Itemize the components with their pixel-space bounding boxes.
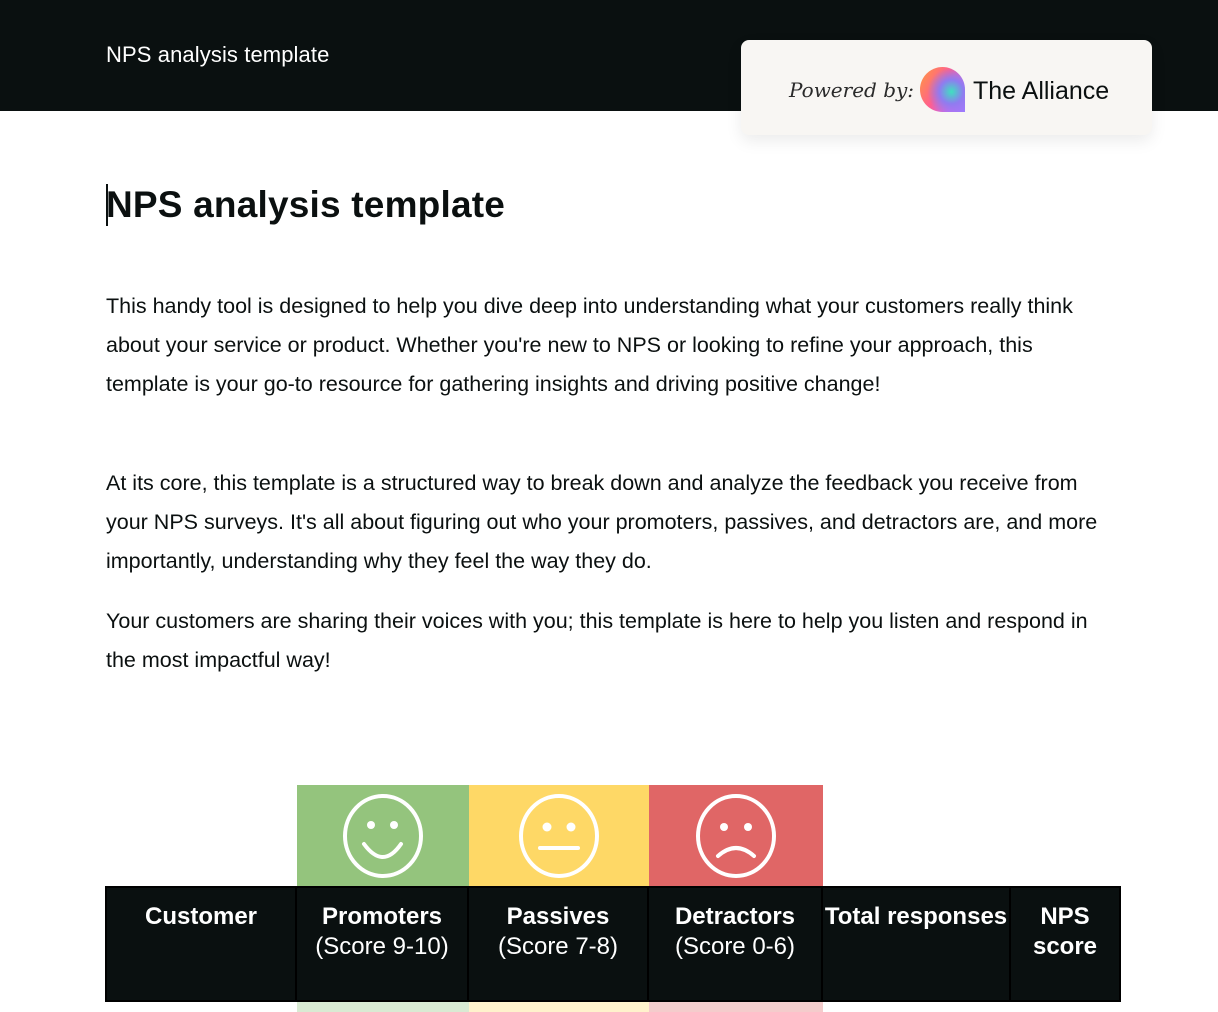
closing-paragraph[interactable]: Your customers are sharing their voices … (106, 602, 1116, 680)
column-title: Total responses (824, 903, 1008, 930)
column-header-detractors[interactable]: Detractors (Score 0-6) (649, 888, 823, 1000)
the-alliance-logo-icon (920, 67, 965, 112)
column-header-passives[interactable]: Passives (Score 7-8) (469, 888, 649, 1000)
frowning-face-icon (696, 794, 776, 878)
page-title[interactable]: NPS analysis template (106, 184, 505, 226)
brand-name: The Alliance (973, 77, 1110, 105)
detractors-cell-tint[interactable] (649, 1002, 823, 1012)
passives-cell-tint[interactable] (469, 1002, 649, 1012)
column-subtitle: (Score 7-8) (497, 933, 619, 960)
powered-by-card[interactable]: Powered by: The Alliance (741, 40, 1152, 135)
column-header-promoters[interactable]: Promoters (Score 9-10) (297, 888, 469, 1000)
column-title: Customer (144, 903, 258, 930)
column-title: NPS score (1032, 903, 1098, 960)
document-title: NPS analysis template (106, 42, 330, 67)
promoters-icon-cell (297, 785, 469, 887)
column-subtitle: (Score 0-6) (674, 933, 796, 960)
passives-icon-cell (469, 785, 649, 887)
neutral-face-icon (519, 794, 599, 878)
text-cursor (106, 184, 108, 226)
column-title: Passives (506, 903, 610, 930)
promoters-cell-tint[interactable] (297, 1002, 469, 1012)
column-title: Detractors (674, 903, 796, 930)
smiling-face-icon (343, 794, 423, 878)
column-subtitle: (Score 9-10) (315, 933, 449, 960)
detractors-icon-cell (649, 785, 823, 887)
top-bar: NPS analysis template Powered by: The Al… (0, 0, 1218, 135)
column-header-total-responses[interactable]: Total responses (823, 888, 1011, 1000)
nps-table-header: Customer Promoters (Score 9-10) Passives… (105, 886, 1121, 1002)
powered-by-label: Powered by: (789, 78, 915, 102)
intro-paragraph[interactable]: This handy tool is designed to help you … (106, 287, 1116, 404)
core-paragraph[interactable]: At its core, this template is a structur… (106, 464, 1116, 581)
column-header-nps-score[interactable]: NPS score (1011, 888, 1119, 1000)
column-header-customer[interactable]: Customer (107, 888, 297, 1000)
column-title: Promoters (321, 903, 443, 930)
